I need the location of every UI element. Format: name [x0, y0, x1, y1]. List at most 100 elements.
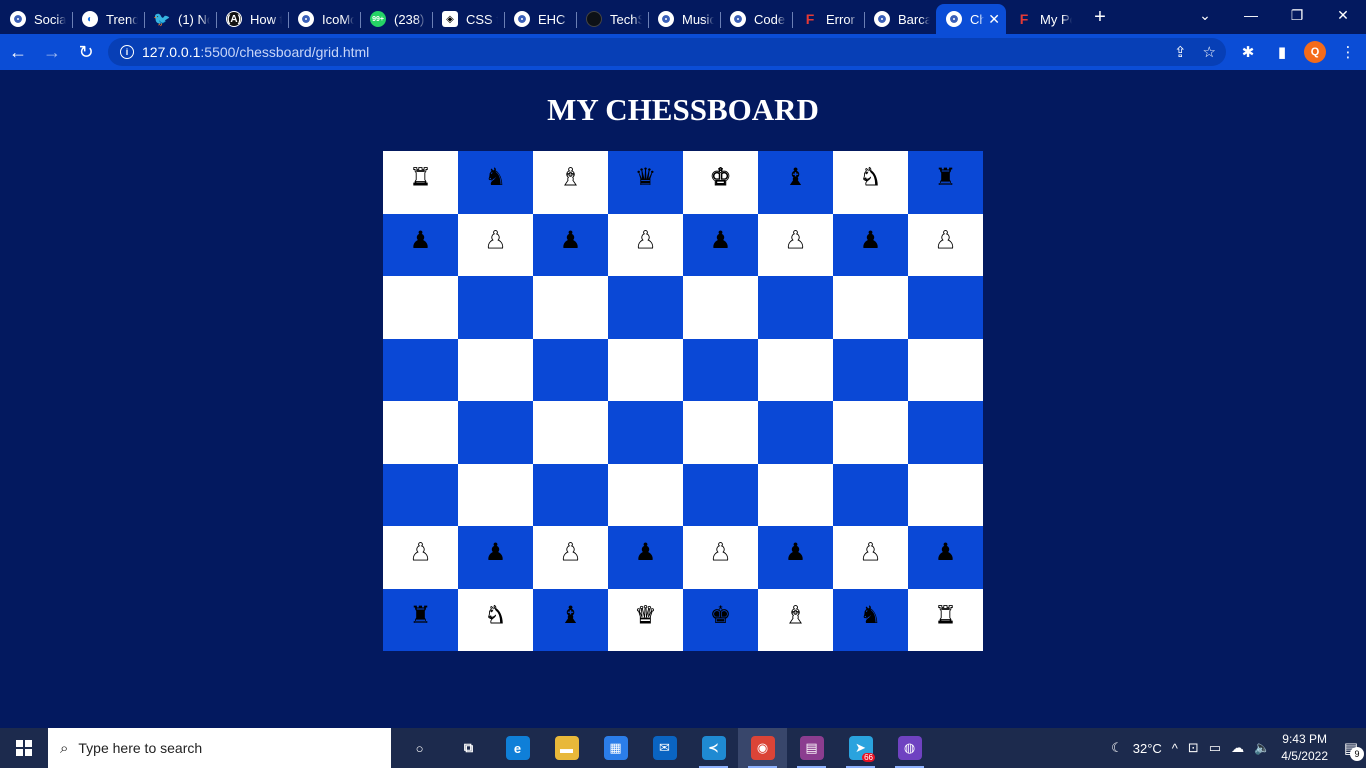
browser-tab[interactable]: Music	[648, 4, 720, 34]
share-icon[interactable]: ⇪	[1174, 43, 1187, 61]
address-bar[interactable]: i 127.0.0.1:5500/chessboard/grid.html ⇪ …	[108, 38, 1226, 66]
board-square	[608, 276, 683, 339]
browser-menu-icon[interactable]: ⋮	[1336, 43, 1360, 61]
board-square: ♟	[533, 213, 608, 276]
board-square: ♟	[758, 526, 833, 589]
browser-tab[interactable]: 🐦 (1) No	[144, 4, 216, 34]
tab-title: Music	[682, 11, 714, 27]
board-square	[758, 338, 833, 401]
edge-icon: e	[505, 736, 530, 760]
reload-button[interactable]: ↻	[70, 36, 102, 68]
extensions-icon[interactable]: ✱	[1236, 43, 1260, 61]
weather-temperature[interactable]: 32°C	[1133, 741, 1162, 756]
back-button[interactable]: ←	[2, 36, 34, 68]
browser-tab[interactable]: F My Pc	[1006, 4, 1078, 34]
notification-count: 9	[1350, 747, 1364, 761]
bookmark-star-icon[interactable]: ☆	[1203, 43, 1216, 61]
board-square: ♟	[383, 526, 458, 589]
board-square	[608, 338, 683, 401]
profile-avatar[interactable]: Q	[1304, 41, 1326, 63]
browser-tab[interactable]: ◈ CSS fi	[432, 4, 504, 34]
chess-piece: ♛	[634, 600, 657, 629]
tab-title: (1) No	[178, 11, 210, 27]
close-window-button[interactable]: ✕	[1320, 7, 1366, 24]
notifications-icon[interactable]: ▤9	[1336, 739, 1366, 761]
board-square: ♛	[608, 151, 683, 214]
meet-now-icon[interactable]: ⊡	[1188, 740, 1199, 756]
taskbar-edge-button[interactable]: e	[493, 728, 542, 768]
volume-icon[interactable]: 🔈	[1254, 740, 1270, 756]
board-square	[533, 338, 608, 401]
minimize-button[interactable]: —	[1228, 7, 1274, 23]
board-square: ♝	[758, 151, 833, 214]
board-square	[683, 463, 758, 526]
omnibox-actions: ⇪ ☆	[1174, 38, 1216, 66]
browser-tab[interactable]: (A) How t	[216, 4, 288, 34]
tab-title: How t	[250, 11, 282, 27]
weather-moon-icon[interactable]: ☾	[1111, 740, 1123, 756]
browser-tab[interactable]: TechS	[576, 4, 648, 34]
taskbar-file-explorer-button[interactable]: ▬	[542, 728, 591, 768]
restore-button[interactable]: ❐	[1274, 7, 1320, 24]
board-square	[683, 401, 758, 464]
board-square	[533, 276, 608, 339]
forward-button[interactable]: →	[36, 36, 68, 68]
chess-piece: ♝	[784, 600, 807, 629]
browser-tab[interactable]: Social	[0, 4, 72, 34]
taskbar-vscode-button[interactable]: ≺	[689, 728, 738, 768]
taskbar-mail-button[interactable]: ✉	[640, 728, 689, 768]
browser-tab[interactable]: IcoMo	[288, 4, 360, 34]
browser-tab[interactable]: F Error	[792, 4, 864, 34]
browser-tab[interactable]: ◐ Trendi	[72, 4, 144, 34]
show-hidden-icons-icon[interactable]: ^	[1172, 741, 1178, 756]
taskbar-winrar-button[interactable]: ▤	[787, 728, 836, 768]
task-view-icon: ⧉	[463, 740, 474, 755]
chess-piece: ♟	[634, 538, 657, 567]
chess-piece: ♞	[859, 163, 882, 192]
taskbar-cortana-button[interactable]: ○	[395, 728, 444, 768]
taskbar-task-view-button[interactable]: ⧉	[444, 728, 493, 768]
taskbar-telegram-button[interactable]: ➤ 66	[836, 728, 885, 768]
search-placeholder: Type here to search	[78, 740, 203, 756]
green-favicon-icon: 99+	[370, 11, 386, 27]
board-square: ♞	[458, 151, 533, 214]
taskbar-search-box[interactable]: ⌕ Type here to search	[48, 728, 391, 768]
start-button[interactable]	[0, 728, 48, 768]
chess-piece: ♚	[709, 163, 732, 192]
board-square: ♛	[608, 588, 683, 651]
cortana-icon: ○	[415, 740, 424, 756]
chess-piece: ♞	[484, 163, 507, 192]
onedrive-cloud-icon[interactable]: ☁	[1231, 740, 1244, 756]
chess-piece: ♟	[709, 538, 732, 567]
chess-piece: ♟	[784, 225, 807, 254]
browser-tab[interactable]: EHC F	[504, 4, 576, 34]
board-square	[683, 338, 758, 401]
board-square: ♟	[533, 526, 608, 589]
board-square: ♟	[908, 526, 983, 589]
tab-title: Coder	[754, 11, 786, 27]
clock[interactable]: 9:43 PM 4/5/2022	[1281, 731, 1328, 765]
browser-tab[interactable]: Ch ✕	[936, 4, 1006, 34]
taskbar-github-desktop-button[interactable]: ◍	[885, 728, 934, 768]
board-square	[908, 401, 983, 464]
windows-logo-icon	[16, 740, 32, 756]
board-square: ♟	[683, 213, 758, 276]
chrome-favicon-icon	[298, 11, 314, 27]
battery-icon[interactable]: ▭	[1209, 740, 1221, 756]
page-viewport: MY CHESSBOARD ♜ ♞ ♝ ♛ ♚ ♝ ♞ ♜ ♟ ♟ ♟ ♟ ♟ ♟ ♟ ♟ ♟ ♟ ♟ ♟ ♟ ♟ ♟ ♟ ♜ ♞…	[0, 70, 1366, 728]
browser-tab[interactable]: 99+ (238) \	[360, 4, 432, 34]
board-square	[758, 401, 833, 464]
browser-tab[interactable]: Coder	[720, 4, 792, 34]
taskbar-store-button[interactable]: ▦	[591, 728, 640, 768]
board-square: ♚	[683, 588, 758, 651]
taskbar-chrome-button[interactable]: ◉	[738, 728, 787, 768]
site-info-icon[interactable]: i	[120, 45, 134, 59]
browser-tab[interactable]: Barca	[864, 4, 936, 34]
system-tray: ☾ 32°C ^ ⊡ ▭ ☁ 🔈 9:43 PM 4/5/2022 ▤9	[1106, 728, 1366, 768]
close-tab-icon[interactable]: ✕	[988, 11, 1000, 28]
tab-search-button[interactable]: ⌄	[1182, 7, 1228, 24]
new-tab-button[interactable]: +	[1090, 6, 1110, 29]
chess-piece: ♝	[559, 600, 582, 629]
url-path: :5500/chessboard/grid.html	[200, 44, 370, 60]
side-panel-icon[interactable]: ▮	[1270, 43, 1294, 61]
